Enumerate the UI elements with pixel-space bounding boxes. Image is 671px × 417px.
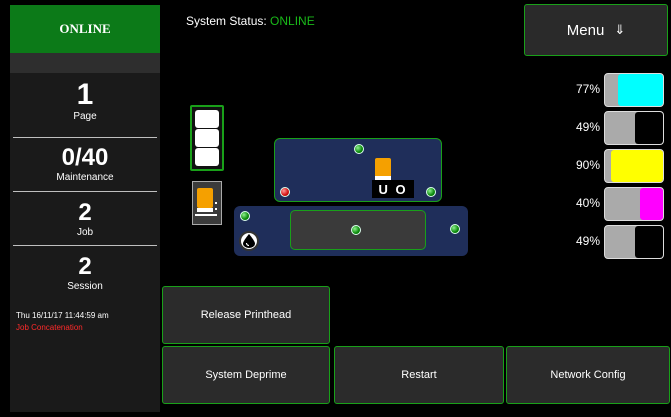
page-count: 1 <box>76 78 94 111</box>
release-printhead-button[interactable]: Release Printhead <box>162 286 330 344</box>
session-counter: 2 Session <box>10 253 160 293</box>
paper-tray[interactable] <box>190 105 224 171</box>
divider <box>13 245 157 246</box>
ink-percent: 49% <box>575 120 600 134</box>
double-arrow-down-icon: ⇓ <box>614 22 626 37</box>
job-label: Job <box>76 227 94 238</box>
ink-percent: 40% <box>575 196 600 210</box>
printhead-cartridge-icon <box>375 158 391 180</box>
maintenance-counter: 0/40 Maintenance <box>10 144 160 184</box>
cartridge-icon <box>195 188 217 216</box>
maintenance-count: 0/40 <box>61 144 109 171</box>
ink-level-fill <box>634 226 663 258</box>
ink-level-row: 77% <box>560 72 670 108</box>
job-count: 2 <box>78 199 92 226</box>
system-status-value: ONLINE <box>270 14 315 28</box>
paper-sheet-icon <box>195 148 219 166</box>
ink-level-row: 49% <box>560 224 670 260</box>
ink-percent: 77% <box>575 82 600 96</box>
ink-cartridge-gauge[interactable] <box>604 225 664 259</box>
paper-sheet-icon <box>195 129 219 147</box>
printer-control-screen: ONLINE 1 Page 0/40 Maintenance 2 Job 2 S… <box>0 0 671 417</box>
paper-sheet-icon <box>195 110 219 128</box>
ink-cartridge-gauge[interactable] <box>604 73 664 107</box>
job-counter: 2 Job <box>10 199 160 239</box>
status-led-red <box>280 187 290 197</box>
status-led-green <box>450 224 460 234</box>
status-led-green <box>351 225 361 235</box>
datetime-readout: Thu 16/11/17 11:44:59 am <box>16 311 109 320</box>
job-mode-text: Job Concatenation <box>16 323 83 332</box>
status-sidebar: ONLINE 1 Page 0/40 Maintenance 2 Job 2 S… <box>10 5 160 412</box>
maintenance-label: Maintenance <box>56 172 114 183</box>
session-count: 2 <box>78 253 92 280</box>
system-status-line: System Status: ONLINE <box>186 14 315 28</box>
ink-level-fill <box>634 112 663 144</box>
ink-cartridge-gauge[interactable] <box>604 149 664 183</box>
online-status-badge: ONLINE <box>10 5 160 53</box>
divider <box>13 137 157 138</box>
ink-level-fill <box>610 150 663 182</box>
ink-cartridge-gauge[interactable] <box>604 187 664 221</box>
status-led-green <box>240 211 250 221</box>
system-deprime-button[interactable]: System Deprime <box>162 346 330 404</box>
ink-cartridge-gauge[interactable] <box>604 111 664 145</box>
sidebar-header-bar <box>10 53 160 73</box>
status-led-green <box>426 187 436 197</box>
media-slot[interactable] <box>290 210 426 250</box>
ink-level-row: 40% <box>560 186 670 222</box>
ink-level-row: 90% <box>560 148 670 184</box>
page-counter: 1 Page <box>10 79 160 123</box>
system-status-label: System Status: <box>186 14 267 28</box>
ink-level-fill <box>639 188 663 220</box>
divider <box>13 191 157 192</box>
printhead-indicator: U O <box>372 180 414 198</box>
printhead-assembly[interactable] <box>274 138 442 202</box>
ink-drop-icon[interactable] <box>239 231 259 251</box>
network-config-button[interactable]: Network Config <box>506 346 670 404</box>
session-label: Session <box>67 281 103 292</box>
cartridge-status-icon[interactable] <box>192 181 222 225</box>
ink-percent: 90% <box>575 158 600 172</box>
ink-level-row: 49% <box>560 110 670 146</box>
restart-button[interactable]: Restart <box>334 346 504 404</box>
menu-button[interactable]: Menu ⇓ <box>524 4 668 56</box>
ink-percent: 49% <box>575 234 600 248</box>
menu-label: Menu <box>566 21 605 39</box>
ink-level-fill <box>618 74 663 106</box>
droplet-icon <box>243 234 255 248</box>
status-led-green <box>354 144 364 154</box>
page-label: Page <box>73 111 97 122</box>
